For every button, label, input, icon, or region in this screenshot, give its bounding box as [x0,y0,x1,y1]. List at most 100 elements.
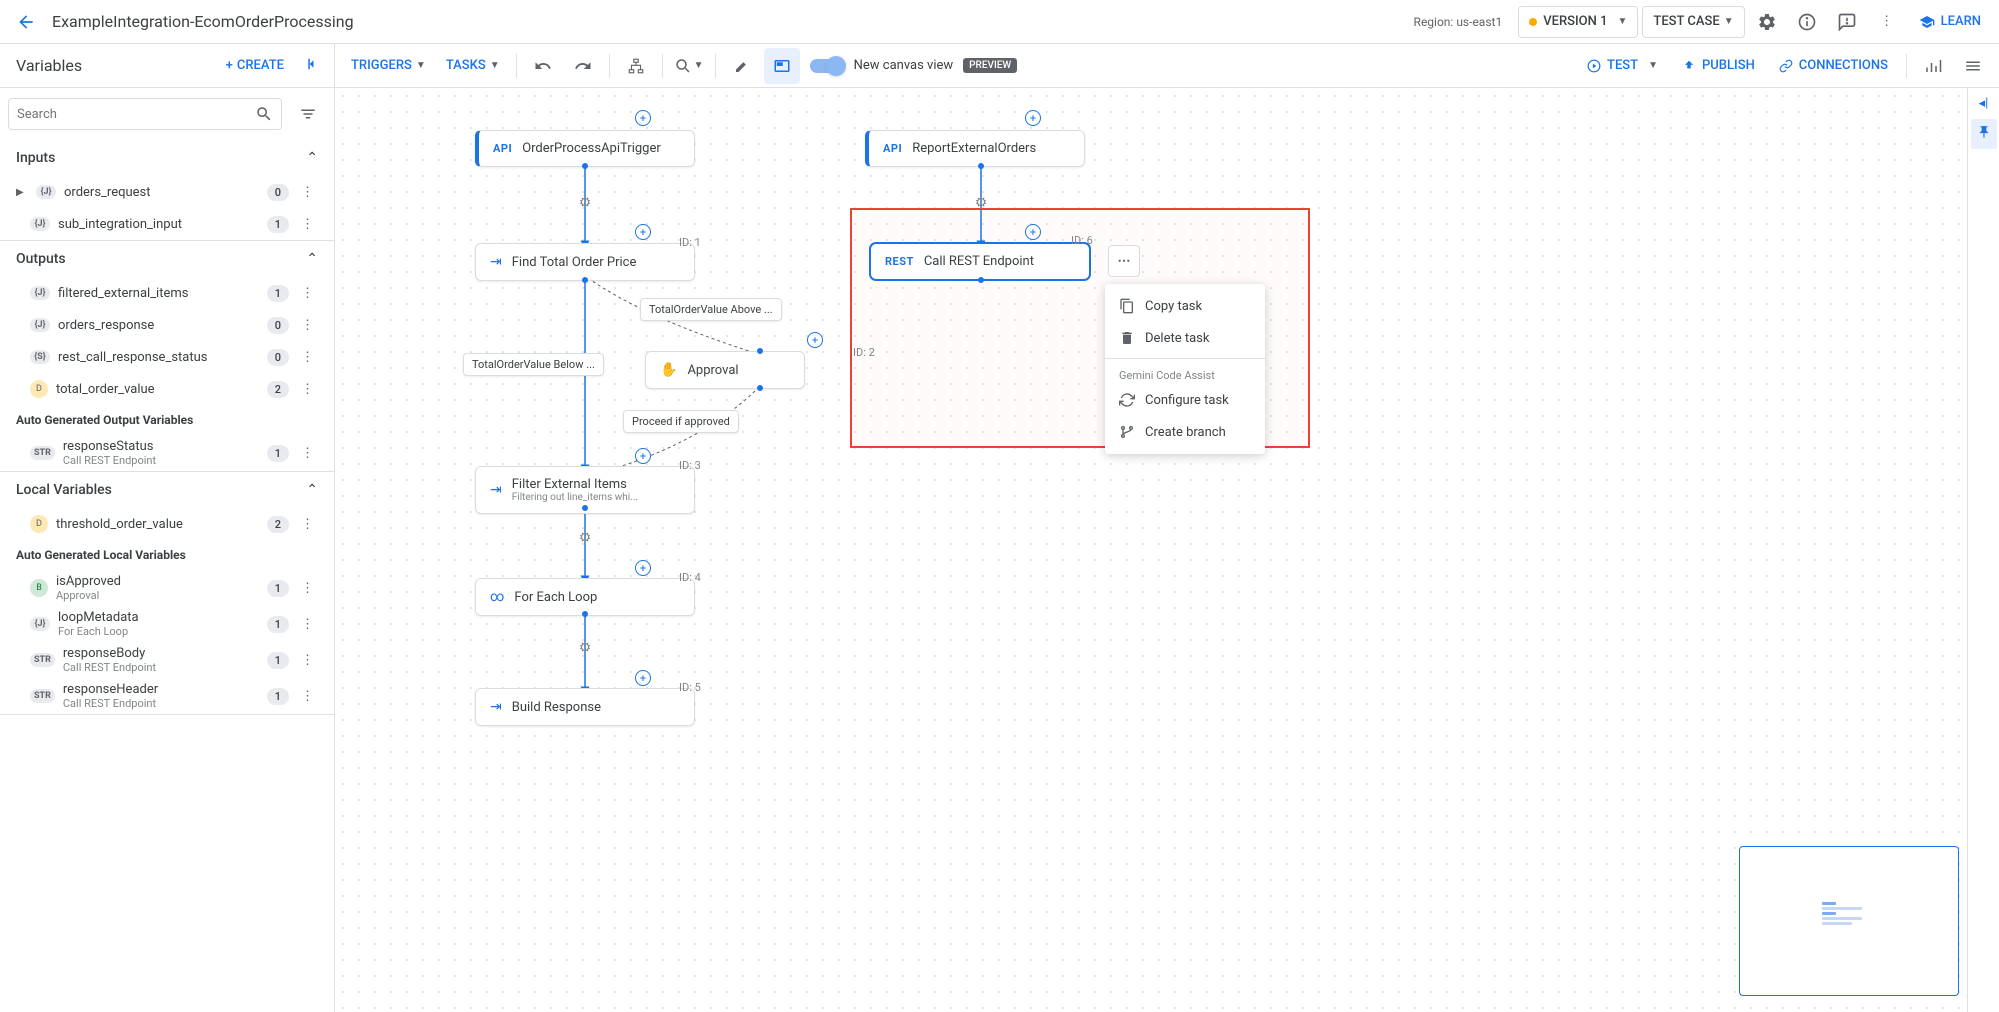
play-icon [1587,59,1601,73]
more-icon[interactable]: ⋮ [297,649,318,672]
back-button[interactable] [8,4,44,40]
connector-dot[interactable] [757,385,763,391]
minimap[interactable] [1739,846,1959,996]
more-icon[interactable]: ⋮ [297,314,318,337]
add-node-button[interactable]: + [635,670,651,686]
add-node-button[interactable]: + [635,110,651,126]
variable-row[interactable]: ▶ {J} orders_request 0 ⋮ [0,176,334,208]
variable-row[interactable]: STRresponseHeaderCall REST Endpoint1⋮ [0,678,334,714]
task-node-find-total[interactable]: ⇥Find Total Order Price [475,243,695,281]
gear-icon[interactable]: ⚙ [971,193,991,213]
add-node-button[interactable]: + [1025,224,1041,240]
more-icon[interactable]: ⋮ [297,378,318,401]
pin-icon[interactable] [1971,119,1997,149]
search-input[interactable] [17,107,255,122]
variable-row[interactable]: STRresponseStatusCall REST Endpoint1⋮ [0,435,334,471]
variable-row[interactable]: Dthreshold_order_value2⋮ [0,508,334,540]
trigger-node-report-external[interactable]: APIReportExternalOrders [865,130,1085,167]
variable-row[interactable]: {J}loopMetadataFor Each Loop1⋮ [0,606,334,642]
auto-layout-button[interactable] [618,48,654,84]
task-node-approval[interactable]: ✋Approval [645,351,805,389]
learn-button[interactable]: LEARN [1909,14,1991,30]
search-input-container[interactable] [8,98,282,130]
edge-label[interactable]: Proceed if approved [623,410,739,433]
expand-panel-icon[interactable]: ◂| [1979,96,1989,111]
menu-copy-task[interactable]: Copy task [1105,290,1265,322]
add-node-button[interactable]: + [635,224,651,240]
gear-icon[interactable]: ⚙ [575,193,595,213]
gear-icon[interactable]: ⚙ [575,638,595,658]
settings-icon[interactable] [1749,4,1785,40]
more-icon[interactable]: ⋮ [297,613,318,636]
publish-label: PUBLISH [1702,58,1755,73]
connector-dot[interactable] [978,277,984,283]
connector-dot[interactable] [757,348,763,354]
collapse-sidebar-button[interactable] [300,55,318,77]
inputs-section-header[interactable]: Inputs⌃ [0,140,334,176]
test-case-dropdown[interactable]: TEST CASE ▼ [1642,6,1744,38]
redo-button[interactable] [565,48,601,84]
info-icon[interactable] [1789,4,1825,40]
grad-cap-icon [1919,14,1935,30]
preview-badge: PREVIEW [963,58,1017,73]
create-variable-button[interactable]: + CREATE [226,58,284,73]
canvas-view-toggle[interactable] [810,59,844,73]
variable-row[interactable]: {J} sub_integration_input 1 ⋮ [0,208,334,240]
feedback-icon[interactable] [1829,4,1865,40]
connections-button[interactable]: CONNECTIONS [1769,52,1898,79]
more-icon[interactable]: ⋮ [297,213,318,236]
more-icon[interactable]: ⋮ [297,442,318,465]
upload-icon [1682,59,1696,73]
task-node-build-response[interactable]: ⇥Build Response [475,688,695,726]
expand-icon[interactable]: ▶ [16,187,28,198]
analytics-icon[interactable] [1915,48,1951,84]
edge-label[interactable]: TotalOrderValue Above ... [640,298,782,321]
undo-button[interactable] [525,48,561,84]
more-icon[interactable]: ⋮ [1869,4,1905,40]
connector-dot[interactable] [582,611,588,617]
test-button[interactable]: TEST▼ [1577,52,1668,79]
add-node-button[interactable]: + [635,448,651,464]
publish-button[interactable]: PUBLISH [1672,52,1765,79]
locals-section-header[interactable]: Local Variables⌃ [0,472,334,508]
add-node-button[interactable]: + [807,332,823,348]
edit-button[interactable] [724,48,760,84]
version-dropdown[interactable]: VERSION 1 ▼ [1518,6,1638,38]
menu-label: Copy task [1145,299,1202,314]
gear-icon[interactable]: ⚙ [575,528,595,548]
variable-row[interactable]: Dtotal_order_value2⋮ [0,373,334,405]
triggers-dropdown[interactable]: TRIGGERS▼ [343,52,434,79]
menu-create-branch[interactable]: Create branch [1105,416,1265,448]
variable-row[interactable]: {S}rest_call_response_status0⋮ [0,341,334,373]
more-icon[interactable]: ⋮ [297,513,318,536]
edge-label[interactable]: TotalOrderValue Below ... [463,353,604,376]
menu-delete-task[interactable]: Delete task [1105,322,1265,354]
more-icon[interactable]: ⋮ [297,685,318,708]
add-node-button[interactable]: + [635,560,651,576]
tasks-dropdown[interactable]: TASKS▼ [438,52,508,79]
variable-row[interactable]: STRresponseBodyCall REST Endpoint1⋮ [0,642,334,678]
branch-icon [1119,424,1135,440]
connector-dot[interactable] [582,505,588,511]
logs-icon[interactable] [1955,48,1991,84]
zoom-button[interactable]: ▼ [671,48,707,84]
variable-row[interactable]: {J}orders_response0⋮ [0,309,334,341]
canvas[interactable]: APIOrderProcessApiTrigger + ⚙ ⇥Find Tota… [335,88,1999,1012]
outputs-section-header[interactable]: Outputs⌃ [0,241,334,277]
add-node-button[interactable]: + [1025,110,1041,126]
more-icon[interactable]: ⋮ [297,181,318,204]
more-icon[interactable]: ⋮ [297,577,318,600]
more-icon[interactable]: ⋮ [297,346,318,369]
connector-dot[interactable] [582,277,588,283]
connector-dot[interactable] [582,163,588,169]
trigger-node-order-process[interactable]: APIOrderProcessApiTrigger [475,130,695,167]
task-node-call-rest[interactable]: RESTCall REST Endpoint [870,243,1090,280]
variable-row[interactable]: {J}filtered_external_items1⋮ [0,277,334,309]
connector-dot[interactable] [978,163,984,169]
more-icon[interactable]: ⋮ [297,282,318,305]
menu-configure-task[interactable]: Configure task [1105,384,1265,416]
filter-icon[interactable] [290,96,326,132]
canvas-mode-button[interactable] [764,48,800,84]
node-more-button[interactable]: ⋯ [1108,245,1140,277]
variable-row[interactable]: BisApprovedApproval1⋮ [0,570,334,606]
